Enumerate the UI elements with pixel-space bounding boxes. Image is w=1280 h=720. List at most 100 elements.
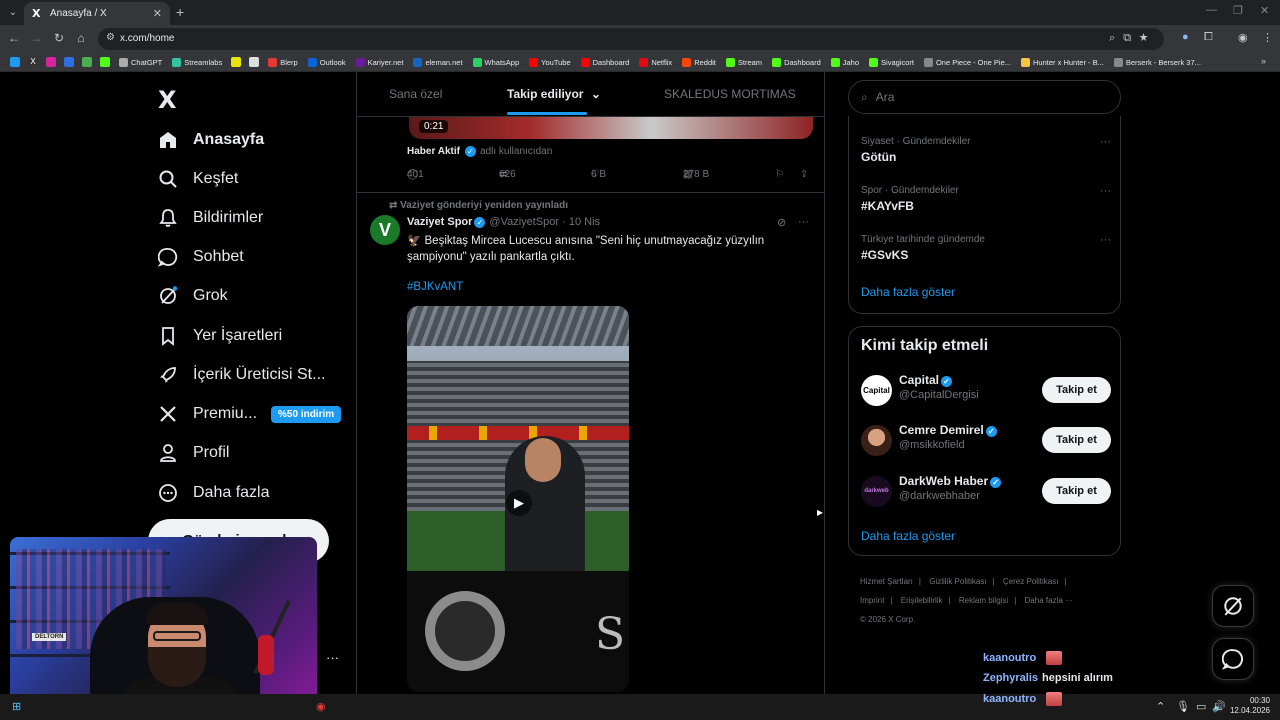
tweet-author[interactable]: Vaziyet Spor — [407, 216, 472, 228]
network-icon[interactable]: ▭ — [1196, 700, 1206, 713]
share-icon[interactable]: ⇪ — [800, 169, 808, 180]
bookmark-green-icon[interactable] — [82, 57, 92, 67]
minimize-icon[interactable]: — — [1206, 4, 1217, 16]
nav-notifications[interactable]: Bildirimler — [158, 203, 263, 233]
avatar[interactable]: V — [370, 215, 400, 245]
footer-link[interactable]: Imprint — [860, 596, 884, 605]
tab-close-icon[interactable]: ✕ — [153, 7, 162, 20]
site-info-icon[interactable]: ⚙ — [106, 32, 115, 43]
bookmark-kick-icon[interactable] — [100, 57, 110, 67]
trend-item[interactable]: Türkiye tarihinde gündemde #GSvKS ··· — [861, 234, 1111, 262]
tweet-video[interactable]: S ▶ — [407, 306, 629, 692]
nav-creator-studio[interactable]: İçerik Üreticisi St... — [158, 360, 325, 390]
nav-grok[interactable]: Grok — [158, 281, 228, 311]
trend-more-icon[interactable]: ··· — [1100, 234, 1111, 246]
bookmark-item[interactable]: Stream — [721, 57, 767, 67]
trends-show-more-link[interactable]: Daha fazla göster — [861, 285, 955, 299]
forward-icon[interactable]: → — [28, 31, 44, 45]
browser-tab[interactable]: X Anasayfa / X ✕ — [24, 2, 170, 25]
tab-for-you[interactable]: Sana özel — [389, 87, 442, 101]
extensions-puzzle-icon[interactable]: ⧠ — [1204, 31, 1213, 44]
tweet-hashtag[interactable]: #BJKvANT — [407, 281, 463, 293]
footer-link[interactable]: Çerez Politikası — [1003, 577, 1059, 586]
nav-profile[interactable]: Profil — [158, 438, 229, 468]
address-bar[interactable]: ⚙ x.com/home ⌕⧉★ — [98, 28, 1164, 50]
new-tab-icon[interactable]: + — [176, 4, 184, 20]
trend-more-icon[interactable]: ··· — [1100, 136, 1111, 148]
bookmark-instagram-icon[interactable] — [46, 57, 56, 67]
bookmark-item[interactable]: Blerp — [263, 57, 303, 67]
trend-item[interactable]: Siyaset · Gündemdekiler Götün ··· — [861, 136, 1111, 164]
bookmark-yellow-icon[interactable] — [231, 57, 242, 67]
reload-icon[interactable]: ↻ — [51, 31, 67, 45]
trend-more-icon[interactable]: ··· — [1100, 185, 1111, 197]
source-name[interactable]: Haber Aktif — [407, 146, 460, 157]
follow-suggestion[interactable]: Capital Capital ✓ @CapitalDergisi Takip e… — [861, 373, 1111, 409]
retweet-note-text[interactable]: Vaziyet gönderiyi yeniden yayınladı — [400, 200, 568, 211]
follow-button[interactable]: Takip et — [1042, 377, 1111, 403]
tab-following[interactable]: Takip ediliyor ⌄ — [507, 87, 601, 115]
grok-fab-button[interactable] — [1212, 585, 1254, 627]
nav-more[interactable]: Daha fazla — [158, 478, 270, 508]
footer-link[interactable]: Gizlilik Politikası — [929, 577, 986, 586]
footer-link[interactable]: Erişilebilirlik — [901, 596, 943, 605]
bookmark-item[interactable]: Netflix — [634, 57, 677, 67]
trend-item[interactable]: Spor · Gündemdekiler #KAYvFB ··· — [861, 185, 1111, 213]
nav-explore[interactable]: Keşfet — [158, 164, 238, 194]
bookmark-r-icon[interactable] — [64, 57, 74, 67]
close-window-icon[interactable]: ✕ — [1260, 4, 1269, 17]
bookmark-item[interactable]: ChatGPT — [114, 57, 167, 67]
bookmark-item[interactable]: Sivagicort — [864, 57, 919, 67]
bookmark-x-icon[interactable]: X — [28, 57, 38, 67]
follow-suggestion[interactable]: Cemre Demirel ✓ @msikkofield Takip et — [861, 423, 1111, 459]
bookmarks-overflow-icon[interactable]: » — [1261, 56, 1266, 66]
bookmark-item[interactable]: Dashboard — [767, 57, 826, 67]
bookmark-item[interactable]: Kariyer.net — [351, 57, 409, 67]
browser-menu-icon[interactable]: ⋮ — [1262, 31, 1273, 44]
home-browser-icon[interactable]: ⌂ — [73, 31, 89, 45]
messages-fab-button[interactable] — [1212, 638, 1254, 680]
nav-chat[interactable]: Sohbet — [158, 242, 244, 272]
footer-link[interactable]: Hizmet Şartları — [860, 577, 913, 586]
who-to-follow-show-more-link[interactable]: Daha fazla göster — [861, 529, 955, 543]
nav-home[interactable]: Anasayfa — [158, 125, 264, 155]
grok-explain-icon[interactable]: ⊘ — [777, 216, 786, 229]
bookmark-item[interactable]: Reddit — [677, 57, 721, 67]
search-input[interactable]: ⌕ Ara — [848, 80, 1121, 114]
bookmark-favicon-icon[interactable] — [10, 57, 20, 67]
nav-bookmarks[interactable]: Yer İşaretleri — [158, 321, 282, 351]
bookmark-item[interactable]: Berserk - Berserk 37... — [1109, 57, 1206, 67]
profile-avatar-icon[interactable]: ◉ — [1238, 31, 1248, 44]
extension-icon[interactable]: ● — [1182, 31, 1189, 43]
bookmark-item[interactable]: eleman.net — [408, 57, 467, 67]
address-bar-actions[interactable]: ⌕⧉★ — [1109, 32, 1156, 45]
bookmark-item[interactable]: YouTube — [524, 57, 575, 67]
tweet-handle[interactable]: @VaziyetSpor — [489, 216, 559, 228]
bookmark-item[interactable]: Streamlabs — [167, 57, 227, 67]
footer-link[interactable]: Reklam bilgisi — [959, 596, 1008, 605]
bookmark-button[interactable]: ⚐ — [775, 169, 784, 180]
bookmark-item[interactable]: Outlook — [303, 57, 351, 67]
follow-button[interactable]: Takip et — [1042, 478, 1111, 504]
prev-tweet-video[interactable]: 0:21 — [409, 117, 813, 139]
back-icon[interactable]: ← — [6, 31, 22, 45]
bookmark-item[interactable]: Jaho — [826, 57, 864, 67]
x-logo[interactable]: X — [158, 86, 177, 114]
volume-icon[interactable]: 🔊 — [1212, 700, 1226, 713]
footer-link[interactable]: Daha fazla ··· — [1025, 596, 1073, 605]
bookmark-item[interactable]: WhatsApp — [468, 57, 525, 67]
tab-skaledus-mortimas[interactable]: SKALEDUS MORTIMAS — [664, 87, 796, 101]
bookmark-item[interactable]: Dashboard — [576, 57, 635, 67]
tweet-more-icon[interactable]: ··· — [798, 216, 809, 228]
play-icon[interactable]: ▶ — [506, 490, 532, 516]
record-icon[interactable]: ◉ — [316, 700, 326, 713]
maximize-icon[interactable]: ❐ — [1233, 4, 1243, 17]
account-more-icon[interactable]: ··· — [326, 650, 339, 665]
follow-suggestion[interactable]: darkweb DarkWeb Haber ✓ @darkwebhaber Tak… — [861, 474, 1111, 510]
start-icon[interactable]: ⊞ — [12, 700, 21, 713]
bookmark-white-icon[interactable] — [249, 57, 260, 67]
nav-premium[interactable]: Premiu... %50 indirim — [158, 399, 342, 429]
bookmark-item[interactable]: Hunter x Hunter - B... — [1016, 57, 1109, 67]
bookmark-item[interactable]: One Piece - One Pie... — [919, 57, 1016, 67]
follow-button[interactable]: Takip et — [1042, 427, 1111, 453]
